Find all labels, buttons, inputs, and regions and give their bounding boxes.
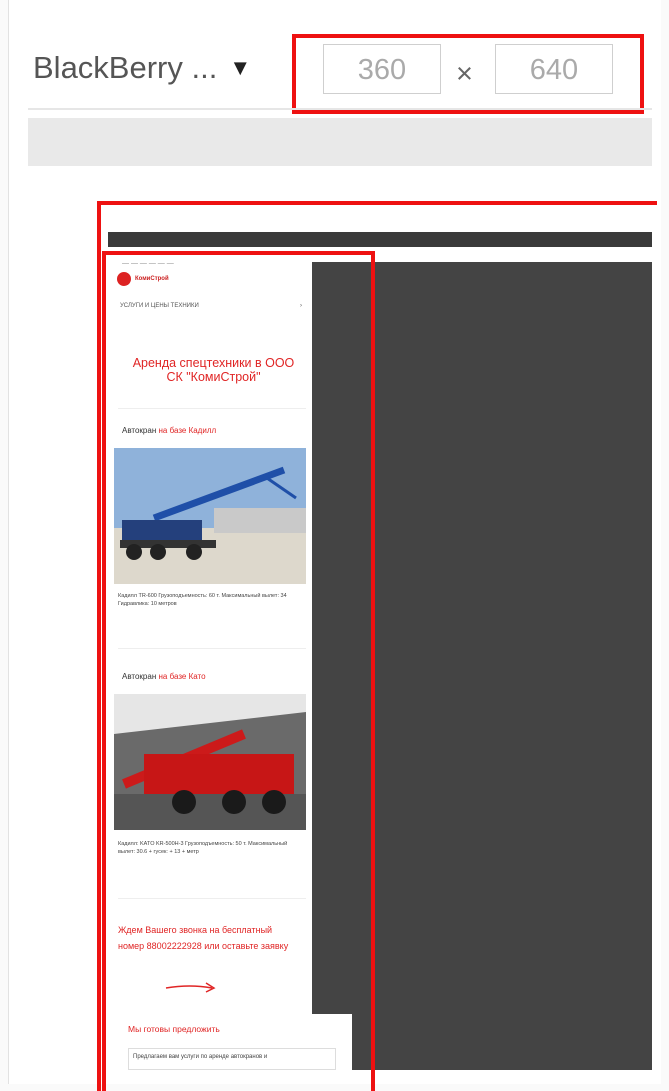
device-label: BlackBerry ... — [33, 50, 218, 85]
dimensions-highlight-box — [292, 34, 644, 114]
device-selector[interactable]: BlackBerry ... ▼ — [33, 50, 251, 86]
viewport-highlight-box — [102, 251, 375, 1091]
toolbar-divider — [28, 108, 652, 110]
secondary-toolbar — [28, 118, 652, 166]
dropdown-arrow-icon[interactable]: ▼ — [229, 55, 251, 81]
